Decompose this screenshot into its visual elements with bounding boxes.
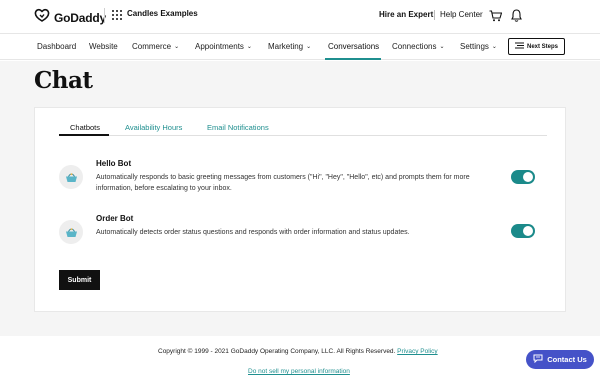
bot-description: Automatically detects order status quest… [96, 229, 410, 236]
godaddy-logo[interactable]: GoDaddy [34, 8, 106, 27]
nav-item-dashboard[interactable]: Dashboard [37, 42, 76, 51]
chevron-down-icon: ⌄ [246, 44, 252, 50]
contact-us-button[interactable]: Contact Us [526, 350, 594, 369]
page-title: Chat [34, 67, 93, 94]
basket-icon [65, 227, 77, 237]
contact-us-label: Contact Us [547, 355, 587, 364]
hello-bot-toggle[interactable] [511, 170, 535, 184]
nav-item-marketing[interactable]: Marketing ⌄ [268, 42, 311, 51]
header-separator [434, 10, 435, 20]
app-grid-icon[interactable] [112, 10, 122, 20]
bot-name: Hello Bot [96, 159, 132, 168]
top-bar: GoDaddy Candles Examples Hire an Expert … [0, 0, 600, 32]
godaddy-logo-icon [34, 8, 50, 27]
order-bot-toggle[interactable] [511, 224, 535, 238]
main-nav: Dashboard Website Commerce ⌄ Appointments… [0, 33, 600, 60]
tab-bar: Chatbots Availability Hours Email Notifi… [59, 120, 547, 136]
next-steps-button[interactable]: Next Steps [508, 38, 565, 55]
help-center-link[interactable]: Help Center [440, 10, 483, 19]
chat-bubble-icon [533, 354, 543, 365]
nav-item-commerce[interactable]: Commerce ⌄ [132, 42, 179, 51]
bell-icon[interactable] [511, 9, 522, 27]
list-icon [514, 42, 524, 51]
hire-expert-link[interactable]: Hire an Expert [379, 10, 433, 19]
nav-item-connections[interactable]: Connections ⌄ [392, 42, 445, 51]
bot-avatar [59, 165, 83, 189]
tab-email-notifications[interactable]: Email Notifications [207, 123, 269, 132]
tab-availability-hours[interactable]: Availability Hours [125, 123, 182, 132]
site-name[interactable]: Candles Examples [127, 9, 198, 18]
chevron-down-icon: ⌄ [439, 44, 445, 50]
chevron-down-icon: ⌄ [174, 44, 180, 50]
nav-item-conversations[interactable]: Conversations [328, 42, 379, 51]
toggle-knob [523, 226, 533, 236]
do-not-sell-link[interactable]: Do not sell my personal information [248, 368, 350, 375]
bot-name: Order Bot [96, 214, 134, 223]
chevron-down-icon: ⌄ [491, 44, 497, 50]
chevron-down-icon: ⌄ [306, 44, 312, 50]
bot-avatar [59, 220, 83, 244]
nav-item-appointments[interactable]: Appointments ⌄ [195, 42, 252, 51]
toggle-knob [523, 172, 533, 182]
active-nav-indicator [325, 58, 381, 60]
chat-settings-card: Chatbots Availability Hours Email Notifi… [34, 107, 566, 312]
copyright-text: Copyright © 1999 - 2021 GoDaddy Operatin… [158, 348, 438, 355]
main-content: Chat Chatbots Availability Hours Email N… [0, 61, 600, 336]
logo-text: GoDaddy [54, 10, 106, 25]
next-steps-label: Next Steps [526, 43, 558, 50]
nav-item-website[interactable]: Website [89, 42, 118, 51]
header-divider [104, 8, 105, 23]
submit-button[interactable]: Submit [59, 270, 100, 290]
footer: Copyright © 1999 - 2021 GoDaddy Operatin… [0, 336, 600, 388]
active-tab-indicator [59, 134, 109, 136]
bot-description: Automatically responds to basic greeting… [96, 174, 470, 192]
cart-icon[interactable] [489, 9, 503, 27]
basket-icon [65, 172, 77, 182]
privacy-policy-link[interactable]: Privacy Policy [397, 348, 437, 355]
nav-item-settings[interactable]: Settings ⌄ [460, 42, 497, 51]
tab-chatbots[interactable]: Chatbots [70, 123, 100, 132]
